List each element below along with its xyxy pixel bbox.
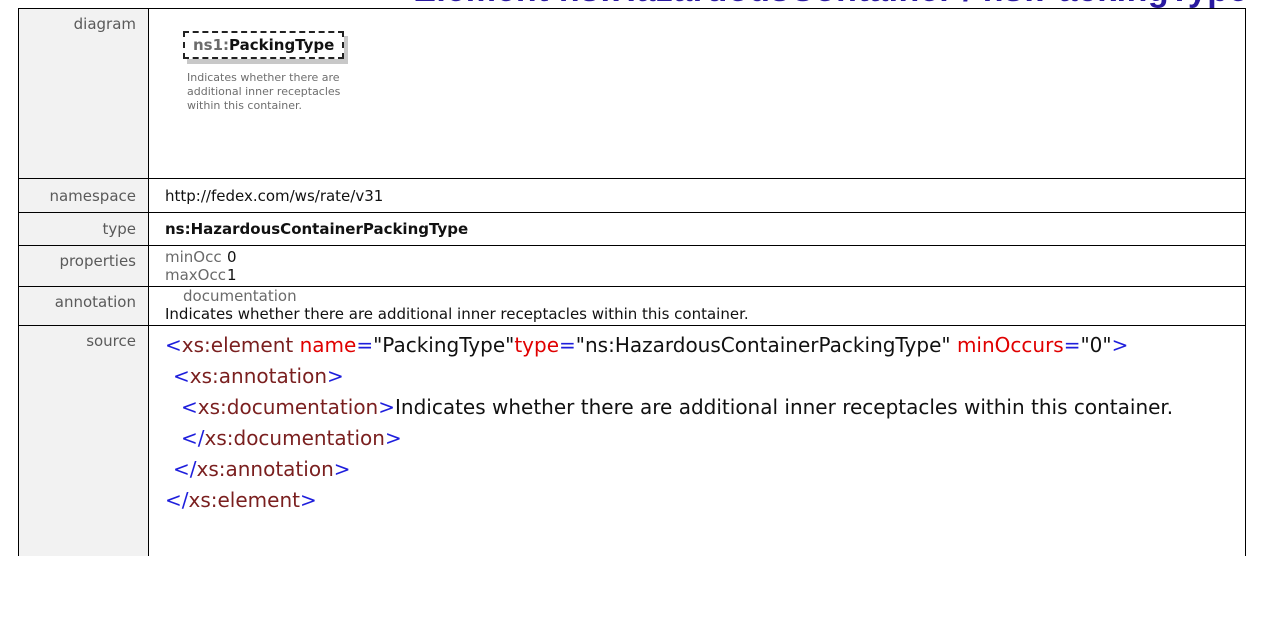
element-properties-table: diagram ns1:PackingType Indicates whethe… — [18, 8, 1246, 556]
properties-row: properties minOcc 0 maxOcc 1 — [18, 245, 1246, 287]
attribute-value: "0" — [1080, 333, 1112, 357]
code-line: <xs:annotation> — [165, 361, 1235, 392]
tag-name: xs:element — [188, 488, 300, 512]
source-label: source — [18, 325, 149, 556]
equals-sign: = — [1063, 333, 1081, 357]
equals-sign: = — [356, 333, 374, 357]
type-label: type — [18, 212, 149, 246]
tag-bracket: > — [333, 457, 351, 481]
property-name: maxOcc — [165, 266, 226, 284]
tag-name: xs:annotation — [189, 364, 328, 388]
code-line: </xs:annotation> — [165, 454, 1235, 485]
source-code-block: <xs:element name="PackingType"type="ns:H… — [165, 330, 1245, 516]
type-row: type ns:HazardousContainerPackingType — [18, 212, 1246, 246]
tag-bracket: </ — [173, 457, 197, 481]
tag-bracket: > — [1111, 333, 1129, 357]
annotation-cell: documentation Indicates whether there ar… — [148, 286, 1246, 326]
element-node-packingtype[interactable]: ns1:PackingType — [183, 31, 345, 59]
diagram-doc-line: Indicates whether there are — [187, 71, 340, 84]
node-namespace-prefix: ns1: — [193, 36, 230, 54]
tag-name: xs:element — [181, 333, 294, 357]
namespace-row: namespace http://fedex.com/ws/rate/v31 — [18, 178, 1246, 213]
property-name: minOcc — [165, 248, 222, 266]
attribute-name: type — [514, 333, 560, 357]
attribute-name: minOccurs — [956, 333, 1064, 357]
code-line: </xs:element> — [165, 485, 1235, 516]
tag-name: xs:annotation — [196, 457, 334, 481]
tag-bracket: < — [173, 364, 190, 388]
property-value: 0 — [227, 248, 237, 266]
diagram-doc-line: within this container. — [187, 99, 303, 112]
diagram-row: diagram ns1:PackingType Indicates whethe… — [18, 8, 1246, 179]
tag-bracket: </ — [181, 426, 205, 450]
property-value: 1 — [227, 266, 237, 284]
namespace-label: namespace — [18, 178, 149, 213]
diagram-documentation: Indicates whether there are additional i… — [187, 71, 397, 113]
annotation-label: annotation — [18, 286, 149, 326]
annotation-text: Indicates whether there are additional i… — [165, 305, 749, 323]
diagram-cell: ns1:PackingType Indicates whether there … — [148, 8, 1246, 179]
tag-bracket: > — [384, 426, 402, 450]
source-row: source <xs:element name="PackingType"typ… — [18, 325, 1246, 556]
attribute-name: name — [299, 333, 357, 357]
annotation-row: annotation documentation Indicates wheth… — [18, 286, 1246, 326]
equals-sign: = — [559, 333, 576, 357]
diagram-label: diagram — [18, 8, 149, 179]
diagram-doc-line: additional inner receptacles — [187, 85, 341, 98]
tag-bracket: < — [165, 333, 182, 357]
code-line: <xs:documentation>Indicates whether ther… — [165, 392, 1235, 454]
annotation-title: documentation — [183, 287, 297, 305]
attribute-value: "PackingType" — [373, 333, 515, 357]
tag-bracket: < — [181, 395, 198, 419]
code-line: <xs:element name="PackingType"type="ns:H… — [165, 330, 1235, 361]
namespace-value: http://fedex.com/ws/rate/v31 — [148, 178, 1246, 213]
tag-name: xs:documentation — [197, 395, 379, 419]
tag-bracket: > — [378, 395, 395, 419]
properties-label: properties — [18, 245, 149, 287]
tag-name: xs:documentation — [204, 426, 385, 450]
node-name: PackingType — [229, 36, 335, 54]
type-link[interactable]: ns:HazardousContainerPackingType — [165, 220, 468, 238]
tag-bracket: > — [327, 364, 344, 388]
tag-bracket: </ — [165, 488, 189, 512]
type-cell: ns:HazardousContainerPackingType — [148, 212, 1246, 246]
element-diagram: ns1:PackingType Indicates whether there … — [183, 31, 413, 113]
properties-cell: minOcc 0 maxOcc 1 — [148, 245, 1246, 287]
tag-bracket: > — [299, 488, 317, 512]
source-cell: <xs:element name="PackingType"type="ns:H… — [148, 325, 1246, 556]
documentation-text: Indicates whether there are additional i… — [395, 395, 1174, 419]
properties-grid: minOcc 0 maxOcc 1 — [165, 248, 1245, 284]
attribute-value: "ns:HazardousContainerPackingType" — [575, 333, 951, 357]
